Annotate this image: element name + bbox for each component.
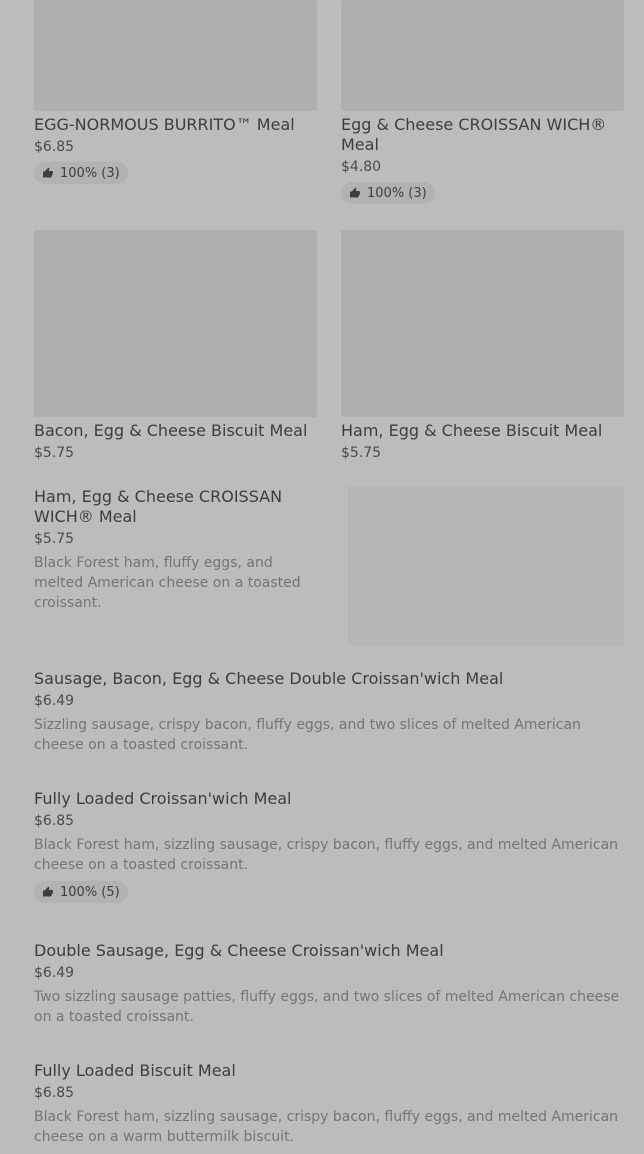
item-title: Sausage, Bacon, Egg & Cheese Double Croi…	[34, 669, 504, 688]
item-description: Sizzling sausage, crispy bacon, fluffy e…	[34, 717, 581, 753]
item-price: $6.49	[34, 693, 75, 709]
menu-item-fully-loaded-biscuit-meal[interactable]: Fully Loaded Biscuit Meal $6.85 Black Fo…	[34, 1061, 624, 1147]
item-description: Two sizzling sausage patties, fluffy egg…	[34, 989, 620, 1025]
menu-card-egg-cheese-croissanwich-meal[interactable]: Egg & Cheese CROISSAN WICH® Meal $4.80 1…	[341, 115, 624, 204]
item-title: Fully Loaded Biscuit Meal	[34, 1061, 236, 1080]
rating-text: 100% (5)	[60, 884, 120, 900]
item-title: EGG-NORMOUS BURRITO™ Meal	[34, 115, 295, 134]
item-price: $6.85	[34, 813, 75, 829]
item-title: Egg & Cheese CROISSAN WICH® Meal	[341, 115, 607, 154]
menu-card-egg-normous-burrito-meal[interactable]: EGG-NORMOUS BURRITO™ Meal $6.85 100% (3)	[34, 115, 317, 184]
item-price: $5.75	[34, 445, 75, 461]
rating-text: 100% (3)	[367, 185, 427, 201]
item-image-bacon-egg-cheese-biscuit-meal[interactable]	[34, 230, 317, 417]
item-title: Fully Loaded Croissan'wich Meal	[34, 789, 292, 808]
menu-card-bacon-egg-cheese-biscuit-meal[interactable]: Bacon, Egg & Cheese Biscuit Meal $5.75	[34, 421, 317, 462]
item-price: $4.80	[341, 159, 382, 175]
item-title: Ham, Egg & Cheese CROISSAN WICH® Meal	[34, 487, 283, 526]
menu-item-sausage-bacon-egg-cheese-double-croissanwich-meal[interactable]: Sausage, Bacon, Egg & Cheese Double Croi…	[34, 669, 624, 755]
item-image-egg-cheese-croissanwich-meal[interactable]	[341, 0, 624, 111]
thumbs-up-icon	[350, 187, 360, 198]
item-price: $5.75	[34, 531, 75, 547]
item-description: Black Forest ham, fluffy eggs, and melte…	[34, 555, 301, 611]
item-price: $6.49	[34, 965, 75, 981]
rating-text: 100% (3)	[60, 165, 120, 181]
menu-card-ham-egg-cheese-biscuit-meal[interactable]: Ham, Egg & Cheese Biscuit Meal $5.75	[341, 421, 624, 462]
item-price: $6.85	[34, 139, 75, 155]
menu-page: EGG-NORMOUS BURRITO™ Meal $6.85 100% (3)…	[0, 0, 644, 1154]
item-image-ham-egg-cheese-croissanwich-meal[interactable]	[348, 486, 624, 646]
menu-item-ham-egg-cheese-croissanwich-meal[interactable]: Ham, Egg & Cheese CROISSAN WICH® Meal $5…	[34, 487, 324, 613]
item-title: Ham, Egg & Cheese Biscuit Meal	[341, 421, 603, 440]
menu-item-double-sausage-egg-cheese-croissanwich-meal[interactable]: Double Sausage, Egg & Cheese Croissan'wi…	[34, 941, 624, 1027]
item-image-ham-egg-cheese-biscuit-meal[interactable]	[341, 230, 624, 417]
item-title: Bacon, Egg & Cheese Biscuit Meal	[34, 421, 308, 440]
item-title: Double Sausage, Egg & Cheese Croissan'wi…	[34, 941, 444, 960]
rating-badge: 100% (5)	[34, 881, 128, 903]
rating-badge: 100% (3)	[341, 182, 435, 204]
thumbs-up-icon	[43, 886, 53, 897]
thumbs-up-icon	[43, 167, 53, 178]
item-price: $6.85	[34, 1085, 75, 1101]
menu-item-fully-loaded-croissanwich-meal[interactable]: Fully Loaded Croissan'wich Meal $6.85 Bl…	[34, 789, 624, 903]
rating-badge: 100% (3)	[34, 162, 128, 184]
item-description: Black Forest ham, sizzling sausage, cris…	[34, 1109, 619, 1145]
item-description: Black Forest ham, sizzling sausage, cris…	[34, 837, 619, 873]
item-image-egg-normous-burrito-meal[interactable]	[34, 0, 317, 111]
item-price: $5.75	[341, 445, 382, 461]
